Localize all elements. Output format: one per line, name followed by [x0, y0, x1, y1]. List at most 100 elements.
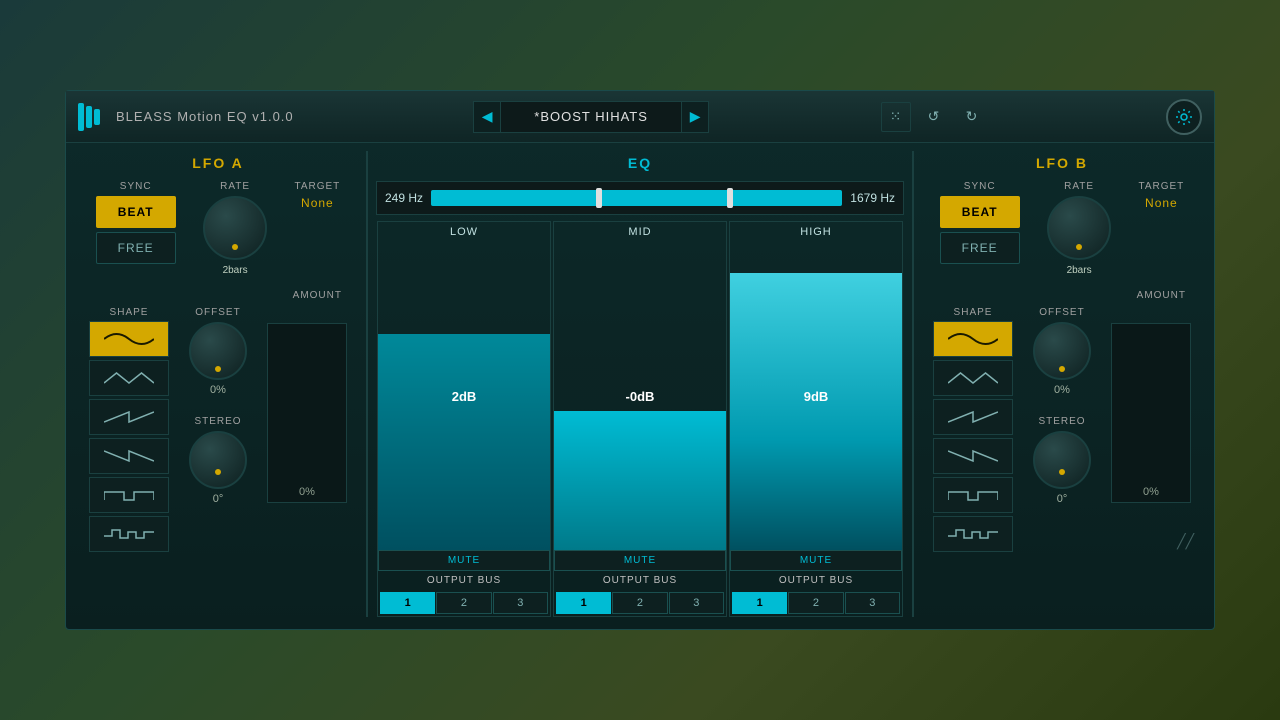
lfo-a-shape-sine[interactable] — [89, 321, 169, 357]
lfo-a-stereo-knob-dot — [215, 469, 221, 475]
eq-bands: LOW 2dB MUTE OUTPUT BUS 1 2 3 — [376, 221, 904, 617]
logo — [78, 103, 100, 131]
lfo-b-title: LFO B — [922, 151, 1202, 175]
lfo-b-top-row: SYNC BEAT FREE RATE 2bars TARGET None — [922, 181, 1202, 280]
eq-band-mid-bus-1[interactable]: 1 — [556, 592, 611, 614]
lfo-a-sync-label: SYNC — [120, 181, 152, 192]
lfo-a-stereo-label: STEREO — [194, 416, 241, 427]
divider-right — [912, 151, 914, 617]
lfo-b-stereo-knob[interactable] — [1033, 431, 1091, 489]
lfo-a-stereo-value: 0° — [213, 493, 224, 505]
lfo-a-shape-ramp[interactable] — [89, 438, 169, 474]
eq-band-mid-bus-3[interactable]: 3 — [669, 592, 724, 614]
eq-band-high-output-bus-label: OUTPUT BUS — [730, 573, 902, 588]
lfo-a-shape-sawtooth[interactable] — [89, 399, 169, 435]
eq-band-high-bus-1[interactable]: 1 — [732, 592, 787, 614]
lfo-a-shape-col: SHAPE — [89, 307, 169, 552]
freq-range-bar[interactable] — [431, 190, 842, 206]
lfo-b-sync-col: SYNC BEAT FREE — [940, 181, 1020, 264]
lfo-a-offset-knob-dot — [215, 366, 221, 372]
eq-band-low-mute[interactable]: MUTE — [378, 550, 550, 571]
grid-icon-button[interactable]: ⁙ — [881, 102, 911, 132]
lfo-b-shape-square[interactable] — [933, 477, 1013, 513]
lfo-a-shape-triangle[interactable] — [89, 360, 169, 396]
eq-band-mid-visual[interactable]: -0dB — [554, 242, 726, 550]
lfo-a-target-label: TARGET — [294, 181, 340, 192]
lfo-a-offset-knob[interactable] — [189, 322, 247, 380]
lfo-b-offset-label: OFFSET — [1039, 307, 1084, 318]
lfo-b-shape-label: SHAPE — [954, 307, 993, 318]
lfo-b-amount-bar[interactable]: 0% — [1111, 323, 1191, 503]
lfo-a-rate-col: RATE 2bars — [203, 181, 267, 280]
eq-band-low: LOW 2dB MUTE OUTPUT BUS 1 2 3 — [377, 221, 551, 617]
lfo-a-amount-value: 0% — [268, 486, 346, 498]
lfo-b-shape-col: SHAPE — [933, 307, 1013, 552]
freq-low-value: 249 Hz — [385, 191, 423, 205]
lfo-b-rate-col: RATE 2bars — [1047, 181, 1111, 280]
lfo-b-amount-label: AMOUNT — [1137, 290, 1186, 301]
lfo-b-rate-knob[interactable]: 2bars — [1047, 196, 1111, 260]
lfo-a-beat-button[interactable]: BEAT — [96, 196, 176, 228]
logo-bar-3 — [94, 109, 100, 125]
eq-band-low-bus-1[interactable]: 1 — [380, 592, 435, 614]
lfo-b-bottom-row: SHAPE — [922, 307, 1202, 552]
lfo-b-stereo-label: STEREO — [1038, 416, 1085, 427]
lfo-b-shape-random[interactable] — [933, 516, 1013, 552]
freq-handle-high[interactable] — [727, 188, 733, 208]
lfo-b-amount-value: 0% — [1112, 486, 1190, 498]
lfo-b-offset-knob[interactable] — [1033, 322, 1091, 380]
preset-prev-button[interactable]: ◀ — [473, 101, 501, 133]
lfo-b-rate-label: RATE — [1064, 181, 1094, 192]
lfo-a-rate-knob-dot — [232, 244, 238, 250]
eq-band-high-bg — [730, 273, 902, 550]
lfo-a-shape-square[interactable] — [89, 477, 169, 513]
lfo-b-shape-sine[interactable] — [933, 321, 1013, 357]
lfo-a-sync-col: SYNC BEAT FREE — [96, 181, 176, 264]
eq-band-mid-bus-2[interactable]: 2 — [612, 592, 667, 614]
eq-band-low-bus-2[interactable]: 2 — [436, 592, 491, 614]
preset-navigator: ◀ *BOOST HIHATS ▶ — [473, 101, 709, 133]
eq-band-high-bus-3[interactable]: 3 — [845, 592, 900, 614]
eq-band-low-output-bus-label: OUTPUT BUS — [378, 573, 550, 588]
eq-band-low-bus-buttons: 1 2 3 — [378, 590, 550, 616]
lfo-b-shape-ramp[interactable] — [933, 438, 1013, 474]
eq-band-low-visual[interactable]: 2dB — [378, 242, 550, 550]
freq-slider[interactable]: 249 Hz 1679 Hz — [376, 181, 904, 215]
lfo-b-amount-bar-col: 0% — [1111, 323, 1191, 503]
lfo-a-bottom-row: SHAPE — [78, 307, 358, 552]
preset-next-button[interactable]: ▶ — [681, 101, 709, 133]
lfo-a-shape-random[interactable] — [89, 516, 169, 552]
lfo-a-offset-col: OFFSET 0% STEREO 0° — [189, 307, 247, 505]
redo-button[interactable]: ↻ — [957, 102, 987, 132]
undo-button[interactable]: ↺ — [919, 102, 949, 132]
lfo-b-shape-sawtooth[interactable] — [933, 399, 1013, 435]
lfo-a-amount-section: AMOUNT — [78, 290, 358, 301]
lfo-b-shape-triangle[interactable] — [933, 360, 1013, 396]
settings-icon[interactable] — [1166, 99, 1202, 135]
eq-panel: EQ 249 Hz 1679 Hz LOW 2dB — [376, 151, 904, 617]
eq-band-low-bus-3[interactable]: 3 — [493, 592, 548, 614]
eq-title: EQ — [376, 151, 904, 175]
lfo-a-amount-bar[interactable]: 0% — [267, 323, 347, 503]
eq-band-high-label: HIGH — [730, 222, 902, 242]
lfo-a-shape-label: SHAPE — [110, 307, 149, 318]
plugin-window: BLEASS Motion EQ v1.0.0 ◀ *BOOST HIHATS … — [65, 90, 1215, 630]
eq-band-high-mute[interactable]: MUTE — [730, 550, 902, 571]
freq-handle-low[interactable] — [596, 188, 602, 208]
eq-band-high-bus-2[interactable]: 2 — [788, 592, 843, 614]
lfo-a-free-button[interactable]: FREE — [96, 232, 176, 264]
lfo-a-rate-knob[interactable]: 2bars — [203, 196, 267, 260]
eq-band-high-visual[interactable]: 9dB — [730, 242, 902, 550]
eq-band-high: HIGH 9dB MUTE OUTPUT BUS 1 2 3 — [729, 221, 903, 617]
divider-left — [366, 151, 368, 617]
lfo-a-stereo-knob[interactable] — [189, 431, 247, 489]
eq-band-mid-mute[interactable]: MUTE — [554, 550, 726, 571]
freq-high-value: 1679 Hz — [850, 191, 895, 205]
eq-band-mid-bus-buttons: 1 2 3 — [554, 590, 726, 616]
lfo-b-target-col: TARGET None — [1138, 181, 1184, 210]
lfo-b-free-button[interactable]: FREE — [940, 232, 1020, 264]
lfo-b-beat-button[interactable]: BEAT — [940, 196, 1020, 228]
eq-band-high-db: 9dB — [804, 389, 829, 404]
lfo-a-top-row: SYNC BEAT FREE RATE 2bars TARGET None — [78, 181, 358, 280]
eq-band-low-footer: MUTE OUTPUT BUS 1 2 3 — [378, 550, 550, 616]
